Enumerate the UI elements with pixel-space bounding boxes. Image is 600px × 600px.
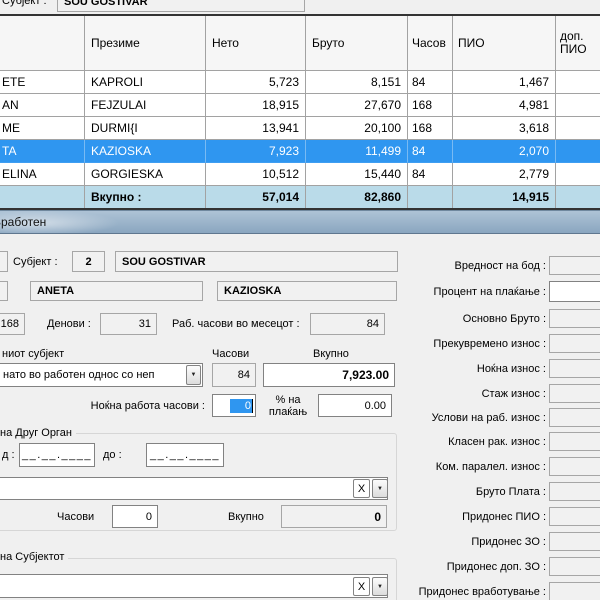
right-field-9 xyxy=(549,482,600,501)
subject-label: Субјект : xyxy=(13,251,58,272)
chevron-down-icon: ▼ xyxy=(191,372,197,378)
clipped-field-left-1 xyxy=(0,251,8,272)
right-label-2: Основно Бруто : xyxy=(330,309,546,328)
employment-section-label: ниот субјект xyxy=(2,347,64,360)
right-field-11 xyxy=(549,532,600,551)
right-field-1[interactable] xyxy=(549,281,600,302)
right-field-8 xyxy=(549,457,600,476)
right-label-1: Процент на плаќање : xyxy=(330,281,546,302)
table-row[interactable]: ELINA GORGIESKA 10,512 15,440 84 2,779 xyxy=(0,163,600,186)
right-label-7: Класен рак. износ : xyxy=(330,432,546,451)
right-label-9: Бруто Плата : xyxy=(330,482,546,501)
right-field-0 xyxy=(549,256,600,275)
other-org-hours-label: Часови xyxy=(57,505,94,528)
grid-header-pio: ПИО xyxy=(453,16,556,71)
right-label-0: Вредност на бод : xyxy=(330,256,546,275)
right-field-10 xyxy=(549,507,600,526)
total-label: Вкупно : xyxy=(85,186,206,208)
right-label-8: Ком. паралел. износ : xyxy=(330,457,546,476)
right-field-3 xyxy=(549,334,600,353)
right-label-3: Прекувремено износ : xyxy=(330,334,546,353)
grid-header-hours: Часов xyxy=(408,16,453,71)
grid-header-neto: Нето xyxy=(206,16,306,71)
right-field-6 xyxy=(549,408,600,427)
night-work-input[interactable]: 0 xyxy=(212,394,256,417)
employee-window-titlebar[interactable]: Вработен xyxy=(0,210,600,234)
right-label-10: Придонес ПИО : xyxy=(330,507,546,526)
parent-subject-field: SOU GOSTIVAR xyxy=(57,0,305,12)
month-hours-168-field: 168 xyxy=(0,313,25,335)
table-row[interactable]: ME DURMI{I 13,941 20,100 168 3,618 xyxy=(0,117,600,140)
grid-header-name xyxy=(0,16,85,71)
clipped-field-left-2 xyxy=(0,281,8,301)
right-label-5: Стаж износ : xyxy=(330,384,546,403)
right-label-12: Придонес доп. ЗО : xyxy=(330,557,546,576)
other-org-from-date-input[interactable]: __.__.____ xyxy=(19,443,95,467)
grid-header-surname: Презиме xyxy=(85,16,206,71)
other-org-total-label: Вкупно xyxy=(228,505,264,528)
table-row[interactable]: AN FEJZULAI 18,915 27,670 168 4,981 xyxy=(0,94,600,117)
table-row[interactable]: ETE KAPROLI 5,723 8,151 84 1,467 xyxy=(0,71,600,94)
parent-subject-label: Субјект : xyxy=(2,0,47,8)
right-field-5 xyxy=(549,384,600,403)
grid-header-bruto: Бруто xyxy=(306,16,408,71)
right-label-11: Придонес ЗО : xyxy=(330,532,546,551)
employee-window-title: Вработен xyxy=(0,215,46,229)
grid-header-row: Презиме Нето Бруто Часов ПИО доп. ПИО xyxy=(0,16,600,71)
employment-hours-field: 84 xyxy=(212,363,256,387)
employment-type-dropdown-button[interactable]: ▼ xyxy=(186,365,201,385)
hours-column-header: Часови xyxy=(212,347,249,360)
right-field-2 xyxy=(549,309,600,328)
days-label: Денови : xyxy=(47,313,91,335)
other-org-hours-input[interactable]: 0 xyxy=(112,505,158,528)
first-name-field: ANETA xyxy=(30,281,203,301)
other-org-to-date-input[interactable]: __.__.____ xyxy=(146,443,224,467)
other-org-group-title: на Друг Орган xyxy=(0,427,76,439)
app-window: Субјект : SOU GOSTIVAR Презиме Нето Брут… xyxy=(0,0,600,600)
night-work-selected-text: 0 xyxy=(230,399,253,413)
night-work-label: Ноќна работа часови : xyxy=(40,394,205,417)
right-field-13 xyxy=(549,582,600,600)
grid-header-dop-pio: доп. ПИО xyxy=(556,16,600,71)
table-row-selected[interactable]: TA KAZIOSKA 7,923 11,499 84 2,070 xyxy=(0,140,600,163)
subject-code-field: 2 xyxy=(72,251,105,272)
right-label-4: Ноќна износ : xyxy=(330,359,546,378)
table-total-row: Вкупно : 57,014 82,860 14,915 xyxy=(0,186,600,208)
right-label-13: Придонес вработување : xyxy=(330,582,546,600)
right-field-7 xyxy=(549,432,600,451)
right-label-6: Услови на раб. износ : xyxy=(330,408,546,427)
other-org-to-label: до : xyxy=(103,443,122,467)
pay-pct-label: % на плаќањ xyxy=(262,394,314,417)
right-field-4 xyxy=(549,359,600,378)
subject-org-group-title: на Субјектот xyxy=(0,551,68,563)
employee-grid: Презиме Нето Бруто Часов ПИО доп. ПИО ET… xyxy=(0,14,600,210)
days-field: 31 xyxy=(100,313,157,335)
work-hours-label: Раб. часови во месецот : xyxy=(172,313,300,335)
employment-type-combobox[interactable]: нато во работен однос со неп xyxy=(0,363,203,387)
right-field-12 xyxy=(549,557,600,576)
other-org-from-label: д : xyxy=(2,443,15,467)
